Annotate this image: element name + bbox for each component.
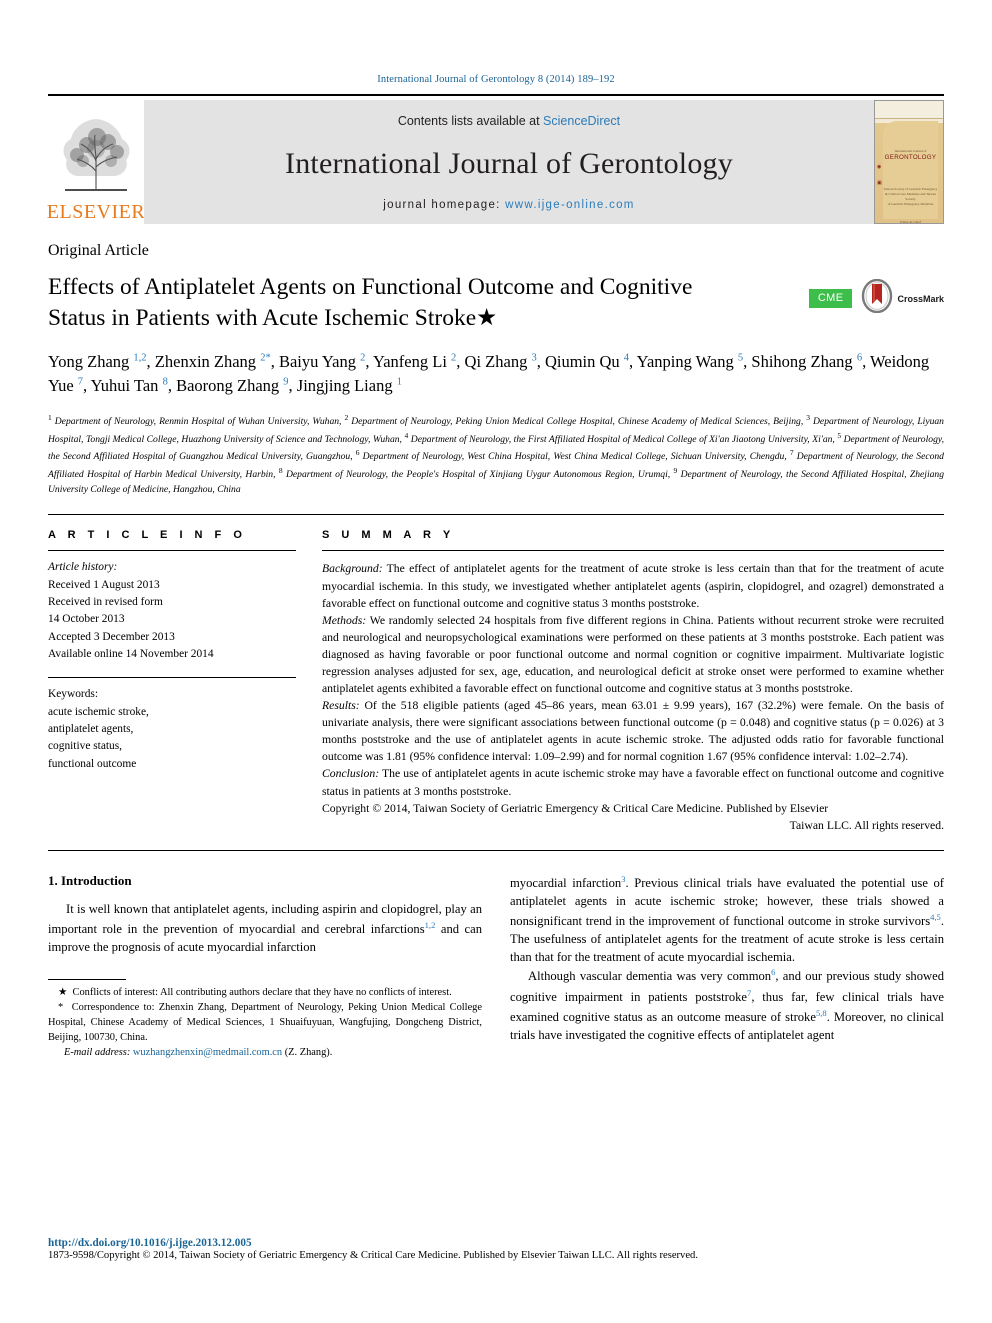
article-history-block: Article history: Received 1 August 2013 … (48, 551, 296, 663)
journal-homepage-line: journal homepage: www.ijge-online.com (383, 199, 634, 211)
page-footer: http://dx.doi.org/10.1016/j.ijge.2013.12… (48, 1237, 944, 1261)
body-columns: 1. Introduction It is well known that an… (48, 873, 944, 1060)
footnote-email: E-mail address: wuzhangzhenxin@medmail.c… (48, 1045, 482, 1060)
running-head: International Journal of Gerontology 8 (… (377, 74, 615, 85)
cover-society-marks: ◉ ▣ (877, 165, 882, 187)
page-title: Effects of Antiplatelet Agents on Functi… (48, 274, 693, 332)
contents-prefix: Contents lists available at (397, 114, 540, 128)
conflict-text: Conflicts of interest: All contributing … (72, 986, 452, 998)
keyword-item: functional outcome (48, 757, 137, 770)
homepage-label: journal homepage: (383, 199, 501, 211)
summary-results-label: Results: (322, 699, 360, 713)
keyword-item: acute ischemic stroke, (48, 705, 149, 718)
intro-paragraph-1-cont: myocardial infarction3. Previous clinica… (510, 873, 944, 967)
cover-body: International Journal of GERONTOLOGY Tai… (883, 121, 938, 223)
section-title-introduction: 1. Introduction (48, 872, 132, 888)
body-column-left: 1. Introduction It is well known that an… (48, 873, 482, 1060)
correspondence-marker: * (58, 1001, 64, 1013)
summary-results: Results: Of the 518 eligible patients (a… (322, 697, 944, 765)
title-row: Effects of Antiplatelet Agents on Functi… (48, 272, 944, 334)
cover-top-band (875, 101, 943, 119)
summary-body: Background: The effect of antiplatelet a… (322, 551, 944, 833)
cover-title: GERONTOLOGY (884, 154, 937, 162)
article-badges: CME CrossMark (808, 272, 944, 318)
info-section-top-rule (48, 514, 944, 516)
body-column-right: myocardial infarction3. Previous clinica… (510, 873, 944, 1060)
intro-paragraph-2: Although vascular dementia was very comm… (510, 966, 944, 1044)
footnote-correspondence: * Correspondence to: Zhenxin Zhang, Depa… (48, 1000, 482, 1045)
summary-conclusion-text: The use of antiplatelet agents in acute … (322, 767, 944, 798)
footnote-rule (48, 978, 126, 980)
info-summary-columns: A R T I C L E I N F O Article history: R… (48, 529, 944, 833)
citation-ref[interactable]: 5,8 (816, 1008, 827, 1018)
intro-paragraph-1: It is well known that antiplatelet agent… (48, 901, 482, 957)
article-history-label: Article history: (48, 561, 118, 574)
elsevier-logo[interactable]: ELSEVIER (46, 100, 146, 224)
journal-masthead: ELSEVIER Contents lists available at Sci… (46, 100, 944, 224)
journal-article-page: International Journal of Gerontology 8 (… (0, 0, 992, 1323)
history-accepted: Accepted 3 December 2013 (48, 630, 175, 643)
summary-methods-label: Methods: (322, 613, 367, 627)
history-revised-form: Received in revised form (48, 596, 163, 609)
cover-footer-1: Editor-in-Chief (900, 219, 921, 224)
masthead-center: Contents lists available at ScienceDirec… (144, 100, 874, 224)
summary-methods: Methods: We randomly selected 24 hospita… (322, 612, 944, 697)
article-info-heading: A R T I C L E I N F O (48, 529, 247, 542)
issn-copyright: 1873-9598/Copyright © 2014, Taiwan Socie… (48, 1250, 698, 1261)
crossmark-icon (860, 278, 894, 318)
cover-blurb-3: of Geriatric Emergency Medicine (887, 202, 934, 207)
article-info-column: A R T I C L E I N F O Article history: R… (48, 529, 296, 833)
elsevier-tree-icon (53, 111, 139, 201)
body-top-rule (48, 849, 944, 851)
footnote-conflicts: ★ Conflicts of interest: All contributin… (48, 985, 482, 1000)
crossmark-label: CrossMark (897, 293, 944, 304)
journal-cover-thumbnail[interactable]: International Journal of GERONTOLOGY Tai… (874, 100, 944, 224)
conflict-marker: ★ (58, 986, 68, 998)
history-received: Received 1 August 2013 (48, 578, 160, 591)
intro-p1-b2: myocardial infarction (510, 875, 622, 890)
intro-p2-a: Although vascular dementia was very comm… (528, 969, 772, 984)
email-suffix: (Z. Zhang). (284, 1046, 333, 1058)
summary-conclusion: Conclusion: The use of antiplatelet agen… (322, 765, 944, 799)
doi-link[interactable]: http://dx.doi.org/10.1016/j.ijge.2013.12… (48, 1237, 944, 1249)
summary-copyright-2: Taiwan LLC. All rights reserved. (789, 818, 944, 832)
elsevier-wordmark: ELSEVIER (46, 201, 146, 223)
summary-background-label: Background: (322, 562, 383, 576)
author-list: Yong Zhang 1,2, Zhenxin Zhang 2*, Baiyu … (48, 352, 930, 396)
keywords-block: Keywords: acute ischemic stroke, antipla… (48, 678, 296, 773)
history-revised-date: 14 October 2013 (48, 613, 125, 626)
journal-title: International Journal of Gerontology (285, 146, 733, 180)
summary-conclusion-label: Conclusion: (322, 767, 380, 781)
email-link[interactable]: wuzhangzhenxin@medmail.com.cn (133, 1047, 282, 1058)
summary-copyright: Copyright © 2014, Taiwan Society of Geri… (322, 801, 829, 815)
keywords-label: Keywords: (48, 688, 98, 701)
history-available-online: Available online 14 November 2014 (48, 648, 214, 661)
footnotes-block: ★ Conflicts of interest: All contributin… (48, 985, 482, 1060)
cme-badge[interactable]: CME (808, 289, 853, 308)
summary-results-text: Of the 518 eligible patients (aged 45–86… (322, 699, 944, 764)
author-affiliations: 1 Department of Neurology, Renmin Hospit… (48, 412, 945, 495)
summary-methods-text: We randomly selected 24 hospitals from f… (322, 613, 944, 696)
intro-p1-a: It is well known that antiplatelet agent… (48, 901, 482, 936)
article-content: Original Article Effects of Antiplatelet… (48, 242, 944, 1060)
citation-ref[interactable]: 1,2 (425, 920, 436, 930)
summary-background-text: The effect of antiplatelet agents for th… (322, 562, 944, 610)
email-label: E-mail address: (64, 1046, 131, 1058)
crossmark-badge[interactable]: CrossMark (860, 278, 944, 318)
summary-background: Background: The effect of antiplatelet a… (322, 560, 944, 611)
article-type: Original Article (48, 242, 149, 259)
keyword-item: antiplatelet agents, (48, 723, 134, 736)
cover-blurb-2: & Critical Care Medicine and Taiwan Soci… (884, 192, 936, 202)
masthead-top-rule (48, 94, 944, 96)
sciencedirect-link[interactable]: ScienceDirect (543, 114, 620, 128)
keyword-item: cognitive status, (48, 740, 123, 753)
homepage-url-link[interactable]: www.ijge-online.com (505, 199, 635, 211)
summary-heading: S U M M A R Y (322, 529, 455, 542)
citation-ref[interactable]: 4,5 (930, 912, 941, 922)
correspondence-text: Correspondence to: Zhenxin Zhang, Depart… (48, 1001, 482, 1043)
contents-available-line: Contents lists available at ScienceDirec… (398, 114, 620, 128)
summary-column: S U M M A R Y Background: The effect of … (322, 529, 944, 833)
